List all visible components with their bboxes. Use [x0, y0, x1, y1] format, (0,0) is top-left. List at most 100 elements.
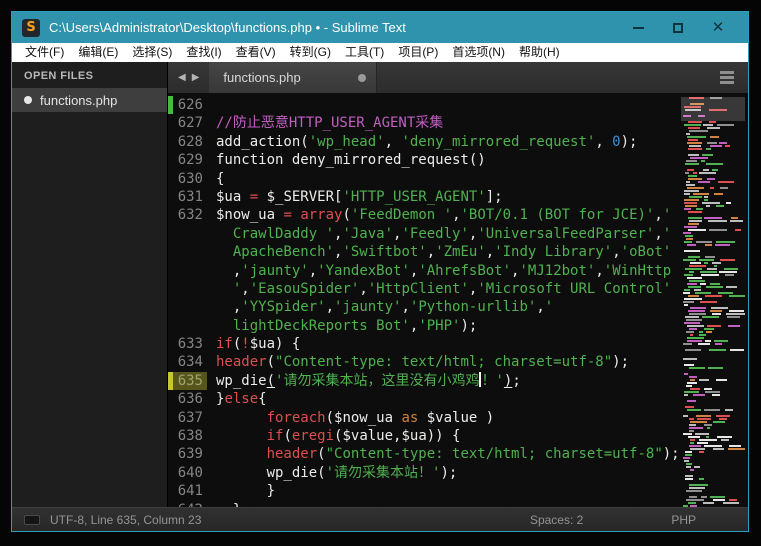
maximize-button[interactable]	[658, 12, 698, 43]
syntax-setting[interactable]: PHP	[671, 513, 696, 527]
code-text: wp_die('请勿采集本站，这里没有小鸡鸡！');	[207, 372, 748, 390]
code-line[interactable]: 627//防止恶意HTTP_USER_AGENT采集	[168, 114, 748, 132]
code-editor[interactable]: 626627//防止恶意HTTP_USER_AGENT采集628add_acti…	[168, 93, 748, 507]
line-number: 632	[173, 206, 207, 224]
code-line[interactable]: CrawlDaddy ','Java','Feedly','UniversalF…	[168, 225, 748, 243]
menu-bar: 文件(F)编辑(E)选择(S)查找(I)查看(V)转到(G)工具(T)项目(P)…	[12, 43, 748, 62]
code-text: $ua = $_SERVER['HTTP_USER_AGENT'];	[207, 188, 748, 206]
code-line[interactable]: ,'jaunty','YandexBot','AhrefsBot','MJ12b…	[168, 262, 748, 280]
code-text: }	[207, 501, 748, 507]
tab-history-forward-icon[interactable]: ▶	[192, 72, 200, 83]
code-line[interactable]: ,'YYSpider','jaunty','Python-urllib','	[168, 298, 748, 316]
line-number: 627	[173, 114, 207, 132]
vintage-mode-icon[interactable]	[24, 515, 40, 525]
code-text: ApacheBench','Swiftbot','ZmEu','Indy Lib…	[207, 243, 748, 261]
line-number	[173, 280, 207, 298]
code-line[interactable]: ApacheBench','Swiftbot','ZmEu','Indy Lib…	[168, 243, 748, 261]
tab-modified-dot-icon	[358, 74, 366, 82]
code-line[interactable]: ','EasouSpider','HttpClient','Microsoft …	[168, 280, 748, 298]
line-number: 631	[173, 188, 207, 206]
status-bar: UTF-8, Line 635, Column 23 Spaces: 2 PHP	[12, 507, 748, 531]
line-number: 642	[173, 501, 207, 507]
tab-bar: ◀ ▶ functions.php	[168, 62, 748, 93]
indentation-setting[interactable]: Spaces: 2	[530, 513, 583, 527]
tab-history-back-icon[interactable]: ◀	[178, 72, 186, 83]
minimap-viewport[interactable]	[681, 97, 745, 121]
code-line[interactable]: 628add_action('wp_head', 'deny_mirrored_…	[168, 133, 748, 151]
line-number	[173, 317, 207, 335]
file-name: functions.php	[40, 93, 117, 108]
minimize-button[interactable]	[618, 12, 658, 43]
file-modified-dot-icon	[24, 96, 32, 104]
line-number: 633	[173, 335, 207, 353]
code-line[interactable]: 630{	[168, 170, 748, 188]
tab-overflow-menu-icon[interactable]	[706, 62, 748, 93]
minimize-icon	[633, 27, 644, 29]
line-number: 641	[173, 482, 207, 500]
sidebar-item-functions-php[interactable]: functions.php	[12, 88, 167, 112]
line-number	[173, 298, 207, 316]
code-text: ','EasouSpider','HttpClient','Microsoft …	[207, 280, 748, 298]
code-line[interactable]: 634header("Content-type: text/html; char…	[168, 353, 748, 371]
sidebar: OPEN FILES functions.php	[12, 62, 167, 507]
line-number	[173, 225, 207, 243]
line-number: 640	[173, 464, 207, 482]
code-text: {	[207, 170, 748, 188]
tab-functions-php[interactable]: functions.php	[209, 62, 377, 93]
line-number: 630	[173, 170, 207, 188]
code-line[interactable]: 640 wp_die('请勿采集本站！');	[168, 464, 748, 482]
line-number: 639	[173, 445, 207, 463]
menu-item-1[interactable]: 编辑(E)	[71, 43, 125, 62]
code-line[interactable]: 636}else{	[168, 390, 748, 408]
menu-item-0[interactable]: 文件(F)	[18, 43, 71, 62]
code-line[interactable]: 626	[168, 96, 748, 114]
minimap[interactable]	[681, 95, 745, 507]
line-number: 637	[173, 409, 207, 427]
menu-item-3[interactable]: 查找(I)	[179, 43, 228, 62]
code-text: if(!$ua) {	[207, 335, 748, 353]
code-line[interactable]: 633if(!$ua) {	[168, 335, 748, 353]
code-text: //防止恶意HTTP_USER_AGENT采集	[207, 114, 748, 132]
code-text: if(eregi($value,$ua)) {	[207, 427, 748, 445]
code-line[interactable]: 631$ua = $_SERVER['HTTP_USER_AGENT'];	[168, 188, 748, 206]
title-bar[interactable]: S C:\Users\Administrator\Desktop\functio…	[12, 12, 748, 43]
code-text: ,'jaunty','YandexBot','AhrefsBot','MJ12b…	[207, 262, 748, 280]
code-line[interactable]: 641 }	[168, 482, 748, 500]
code-text: CrawlDaddy ','Java','Feedly','UniversalF…	[207, 225, 748, 243]
code-line[interactable]: 638 if(eregi($value,$ua)) {	[168, 427, 748, 445]
code-text: $now_ua = array('FeedDemon ','BOT/0.1 (B…	[207, 206, 748, 224]
menu-item-7[interactable]: 项目(P)	[391, 43, 445, 62]
close-icon: ✕	[712, 20, 725, 35]
line-number: 634	[173, 353, 207, 371]
sublime-logo-icon: S	[22, 19, 40, 37]
code-line[interactable]: 639 header("Content-type: text/html; cha…	[168, 445, 748, 463]
code-line[interactable]: 642 }	[168, 501, 748, 507]
window-title: C:\Users\Administrator\Desktop\functions…	[49, 20, 618, 35]
code-line[interactable]: lightDeckReports Bot','PHP');	[168, 317, 748, 335]
code-text	[207, 96, 748, 114]
maximize-icon	[673, 23, 683, 33]
code-line[interactable]: 632$now_ua = array('FeedDemon ','BOT/0.1…	[168, 206, 748, 224]
tab-label: functions.php	[223, 70, 358, 85]
menu-item-4[interactable]: 查看(V)	[229, 43, 283, 62]
line-number: 626	[173, 96, 207, 114]
line-number: 628	[173, 133, 207, 151]
code-text: add_action('wp_head', 'deny_mirrored_req…	[207, 133, 748, 151]
line-number: 629	[173, 151, 207, 169]
line-number	[173, 243, 207, 261]
menu-item-9[interactable]: 帮助(H)	[512, 43, 567, 62]
code-text: lightDeckReports Bot','PHP');	[207, 317, 748, 335]
menu-item-8[interactable]: 首选项(N)	[445, 43, 512, 62]
code-text: header("Content-type: text/html; charset…	[207, 445, 748, 463]
code-line[interactable]: 637 foreach($now_ua as $value )	[168, 409, 748, 427]
line-number: 638	[173, 427, 207, 445]
line-number	[173, 262, 207, 280]
menu-item-6[interactable]: 工具(T)	[338, 43, 391, 62]
code-line[interactable]: 629function deny_mirrored_request()	[168, 151, 748, 169]
code-text: wp_die('请勿采集本站！');	[207, 464, 748, 482]
sublime-window: S C:\Users\Administrator\Desktop\functio…	[11, 11, 749, 532]
menu-item-2[interactable]: 选择(S)	[125, 43, 179, 62]
code-line[interactable]: 635wp_die('请勿采集本站，这里没有小鸡鸡！');	[168, 372, 748, 390]
close-button[interactable]: ✕	[698, 12, 738, 43]
menu-item-5[interactable]: 转到(G)	[283, 43, 338, 62]
